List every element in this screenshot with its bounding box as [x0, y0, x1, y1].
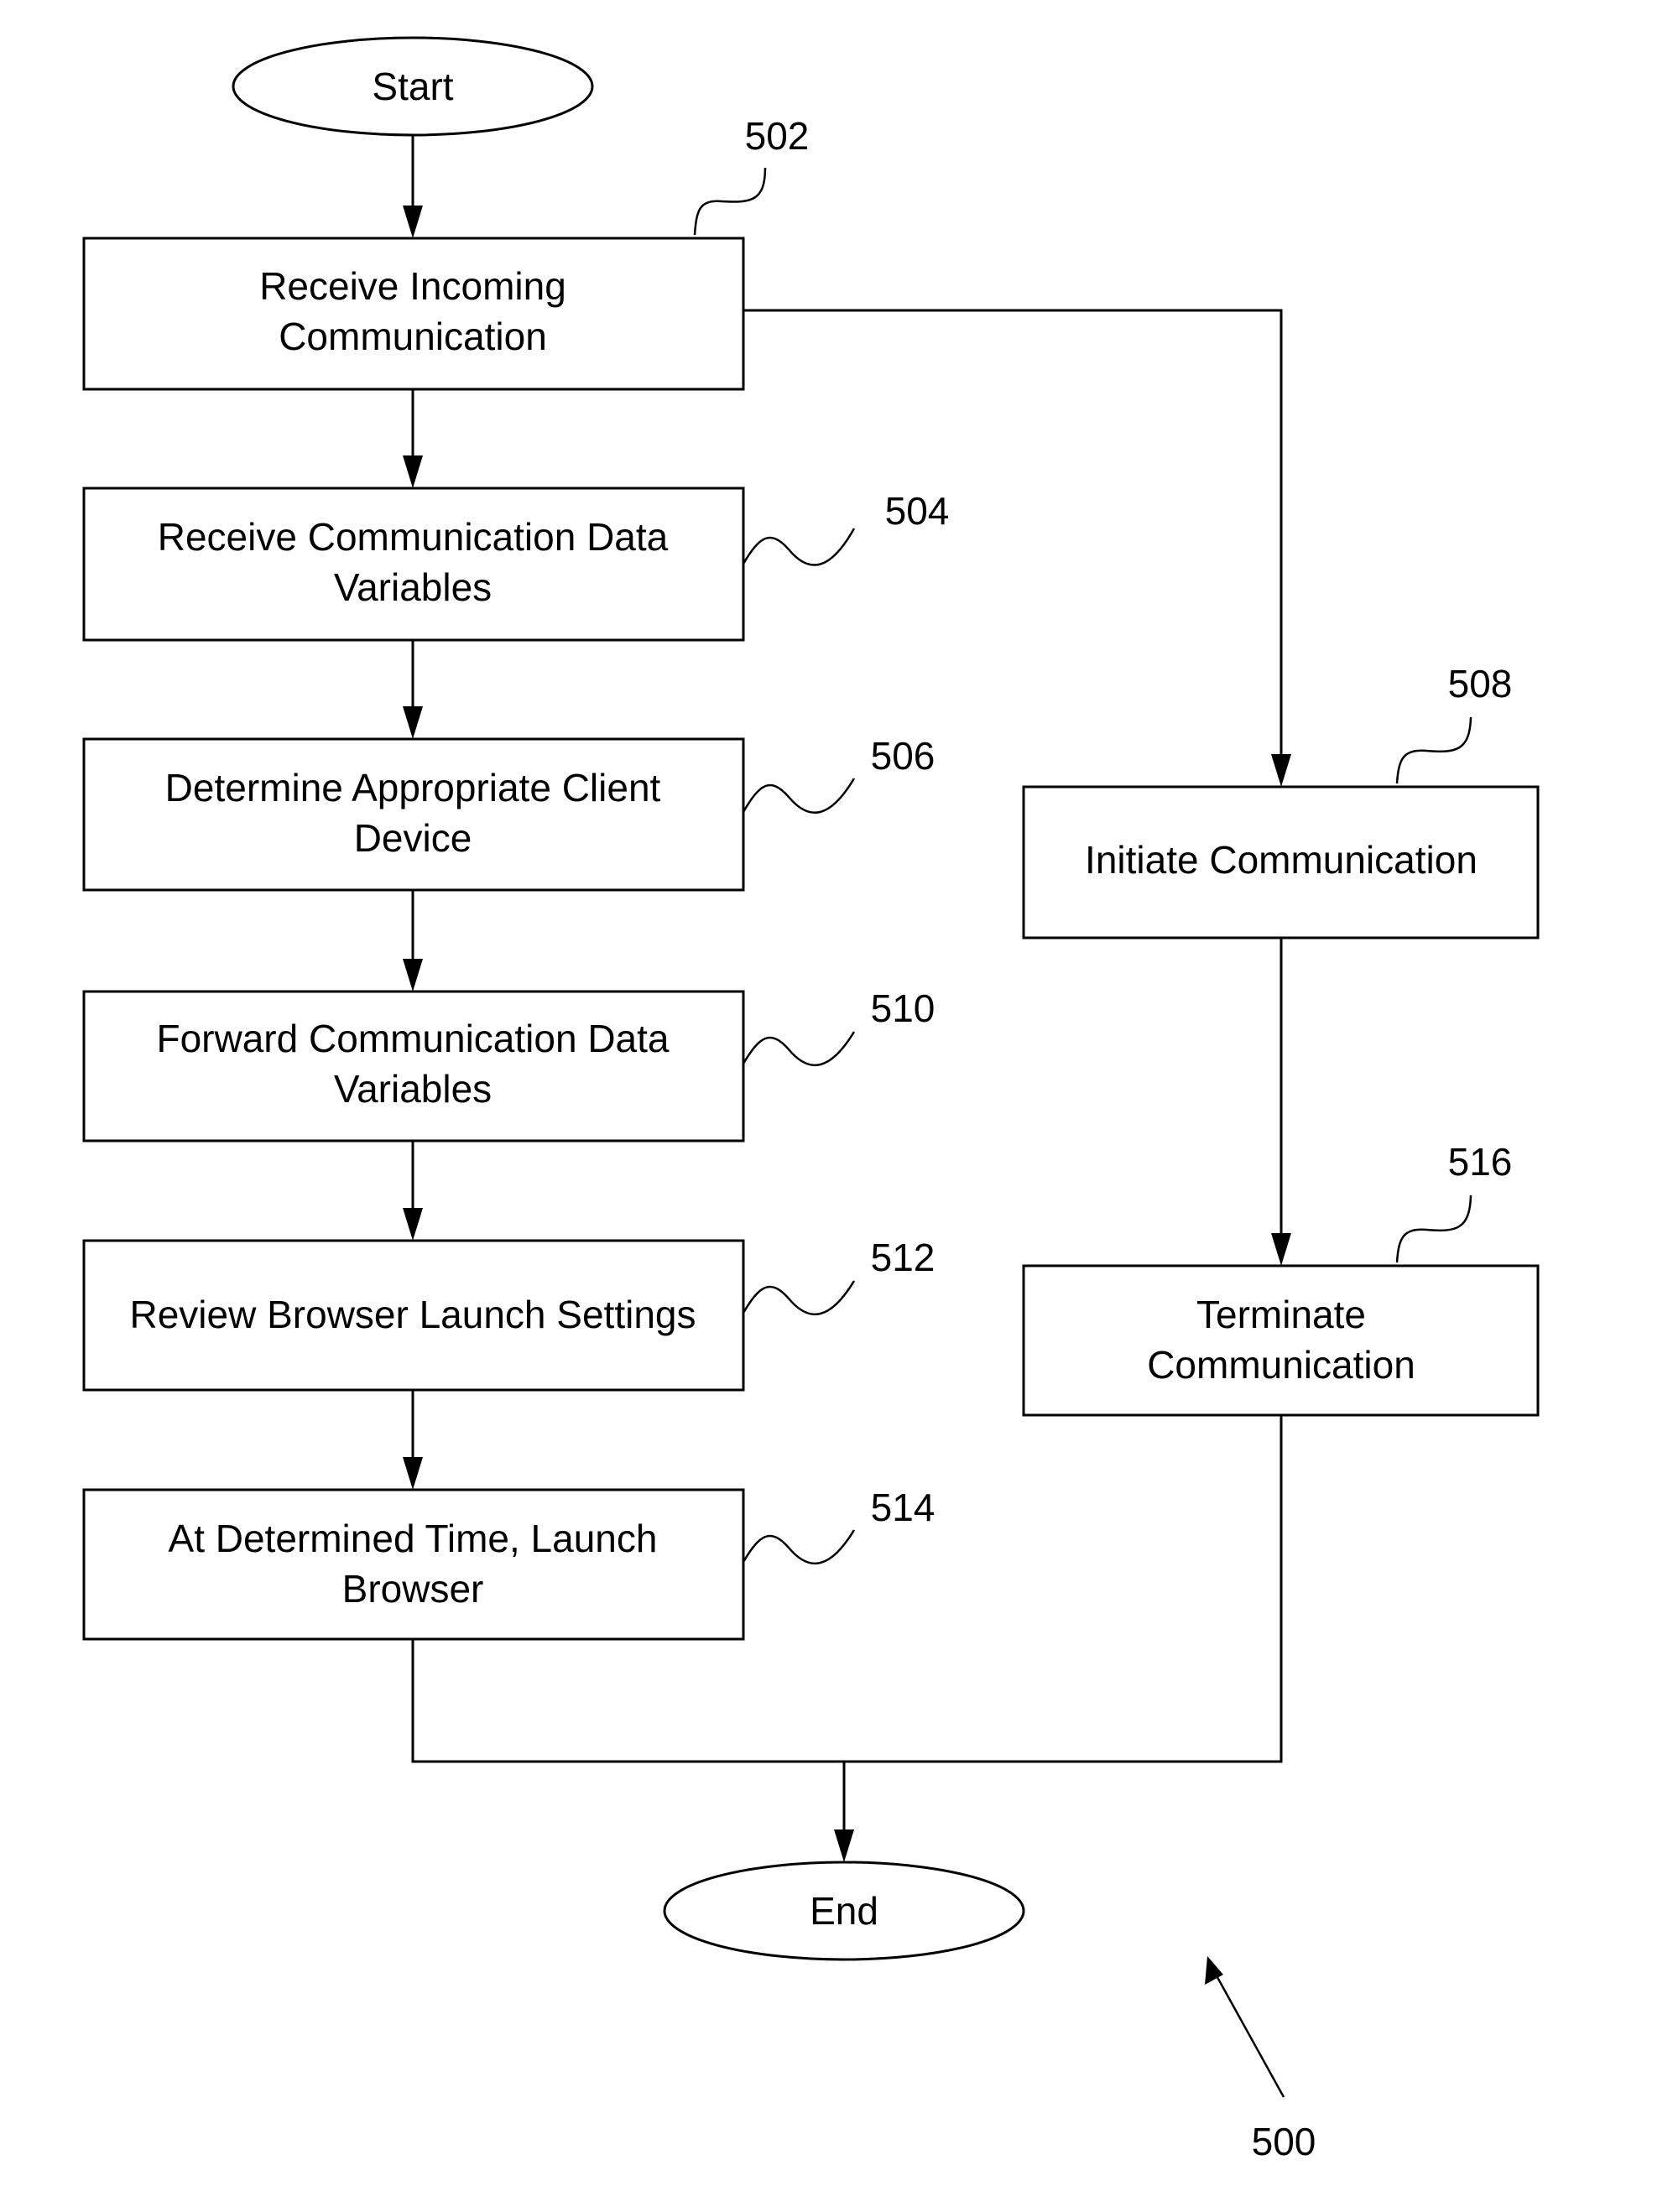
arrowhead — [403, 1208, 423, 1241]
leader-506 — [742, 778, 856, 814]
step-510: Forward Communication Data Variables 510 — [82, 986, 936, 1142]
step-502-line-2: Communication — [279, 315, 547, 358]
step-514-line-1: At Determined Time, Launch — [169, 1517, 658, 1560]
ref-516: 516 — [1448, 1140, 1513, 1184]
leader-502 — [693, 167, 767, 236]
ref-508: 508 — [1448, 662, 1513, 705]
step-516-line-2: Communication — [1147, 1343, 1415, 1387]
ref-510: 510 — [871, 986, 936, 1030]
step-510-line-2: Variables — [334, 1067, 492, 1111]
step-514: At Determined Time, Launch Browser 514 — [82, 1486, 936, 1641]
leader-508 — [1395, 716, 1472, 784]
ref-506: 506 — [871, 734, 936, 778]
step-504: Receive Communication Data Variables 504 — [82, 487, 950, 642]
leader-514 — [742, 1529, 856, 1564]
step-510-line-1: Forward Communication Data — [156, 1017, 669, 1060]
step-506-line-1: Determine Appropriate Client — [165, 766, 661, 809]
arrowhead — [1271, 1233, 1291, 1266]
leader-512 — [742, 1280, 856, 1315]
arrowhead — [403, 706, 423, 739]
step-506-line-2: Device — [354, 816, 472, 860]
leader-516 — [1395, 1194, 1472, 1263]
step-502: Receive Incoming Communication 502 — [82, 114, 810, 391]
start-terminal: Start — [232, 36, 594, 137]
step-504-line-1: Receive Communication Data — [158, 515, 669, 559]
edge-502-508 — [743, 309, 1283, 758]
arrowhead — [403, 455, 423, 488]
figure-reference: 500 — [1205, 1956, 1316, 2163]
ref-502: 502 — [745, 114, 810, 158]
step-514-line-2: Browser — [342, 1567, 484, 1611]
leader-504 — [742, 528, 856, 566]
arrowhead — [1271, 754, 1291, 787]
step-508-line-1: Initiate Communication — [1085, 838, 1478, 882]
arrowhead — [834, 1829, 854, 1862]
ref-512: 512 — [871, 1236, 936, 1279]
ref-514: 514 — [871, 1486, 936, 1529]
step-516-line-1: Terminate — [1196, 1293, 1366, 1336]
step-502-line-1: Receive Incoming — [259, 264, 566, 308]
arrowhead — [403, 1457, 423, 1490]
ref-504: 504 — [885, 489, 950, 533]
leader-510 — [742, 1031, 856, 1066]
arrowhead — [1205, 1956, 1223, 1985]
end-label: End — [810, 1889, 878, 1933]
arrowhead — [403, 959, 423, 991]
step-512: Review Browser Launch Settings 512 — [82, 1236, 936, 1392]
step-506: Determine Appropriate Client Device 506 — [82, 734, 936, 892]
figure-ref-label: 500 — [1252, 2120, 1316, 2163]
start-label: Start — [372, 65, 453, 108]
step-512-line-1: Review Browser Launch Settings — [130, 1293, 696, 1336]
flowchart: Start Receive Incoming Communication 502 — [82, 36, 1540, 2163]
end-terminal: End — [663, 1861, 1025, 1961]
step-504-line-2: Variables — [334, 565, 492, 609]
arrowhead — [403, 206, 423, 238]
figure-ref-arrow-line — [1212, 1970, 1285, 2098]
